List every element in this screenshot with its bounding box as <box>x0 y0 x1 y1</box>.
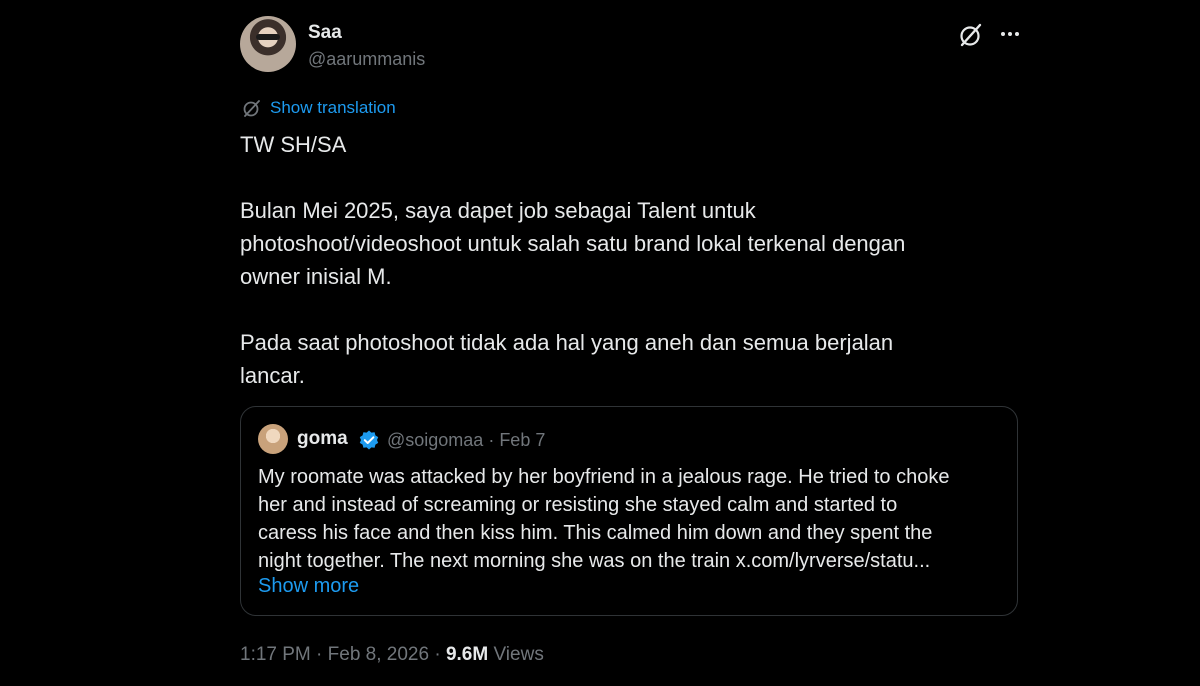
tweet-text: TW SH/SA Bulan Mei 2025, saya dapet job … <box>240 128 1000 392</box>
views-label: Views <box>488 644 544 665</box>
grok-icon[interactable] <box>958 22 984 48</box>
verified-badge-icon <box>359 430 379 450</box>
avatar[interactable] <box>240 16 296 72</box>
tweet-footer: 1:17 PM · Feb 8, 2026 · 9.6M Views <box>240 644 544 666</box>
translate-icon <box>243 100 260 117</box>
quoted-avatar[interactable] <box>258 424 288 454</box>
show-translation-link[interactable]: Show translation <box>242 98 396 118</box>
author-handle[interactable]: @aarummanis <box>308 49 425 70</box>
tweet-text-line: Bulan Mei 2025, saya dapet job sebagai T… <box>240 198 756 223</box>
quoted-text: My roomate was attacked by her boyfriend… <box>258 463 998 575</box>
tweet-text-line: Pada saat photoshoot tidak ada hal yang … <box>240 330 894 355</box>
quoted-tweet[interactable]: goma @soigomaa · Feb 7 My roomate was at… <box>240 406 1018 616</box>
author-display-name[interactable]: Saa <box>308 22 342 44</box>
tweet[interactable]: Saa @aarummanis Show translation TW SH/S… <box>240 14 1020 665</box>
quoted-text-line: night together. The next morning she was… <box>258 550 931 572</box>
tweet-header: Saa @aarummanis <box>240 14 1020 76</box>
more-icon[interactable] <box>998 22 1022 46</box>
tweet-text-line: photoshoot/videoshoot untuk salah satu b… <box>240 231 906 256</box>
quoted-text-line: her and instead of screaming or resistin… <box>258 494 898 516</box>
tweet-text-line: owner inisial M. <box>240 264 392 289</box>
quoted-text-line: caress his face and then kiss him. This … <box>258 522 933 544</box>
tweet-text-line: TW SH/SA <box>240 132 347 157</box>
quoted-display-name[interactable]: goma <box>297 428 348 450</box>
views-count: 9.6M <box>445 644 489 665</box>
tweet-text-line: lancar. <box>240 363 305 388</box>
quoted-text-line: My roomate was attacked by her boyfriend… <box>258 466 950 488</box>
show-translation-label[interactable]: Show translation <box>270 98 396 118</box>
quoted-handle-date: @soigomaa · Feb 7 <box>387 430 546 450</box>
show-more-link[interactable]: Show more <box>258 575 359 598</box>
timestamp[interactable]: 1:17 PM · Feb 8, 2026 · <box>240 644 446 665</box>
